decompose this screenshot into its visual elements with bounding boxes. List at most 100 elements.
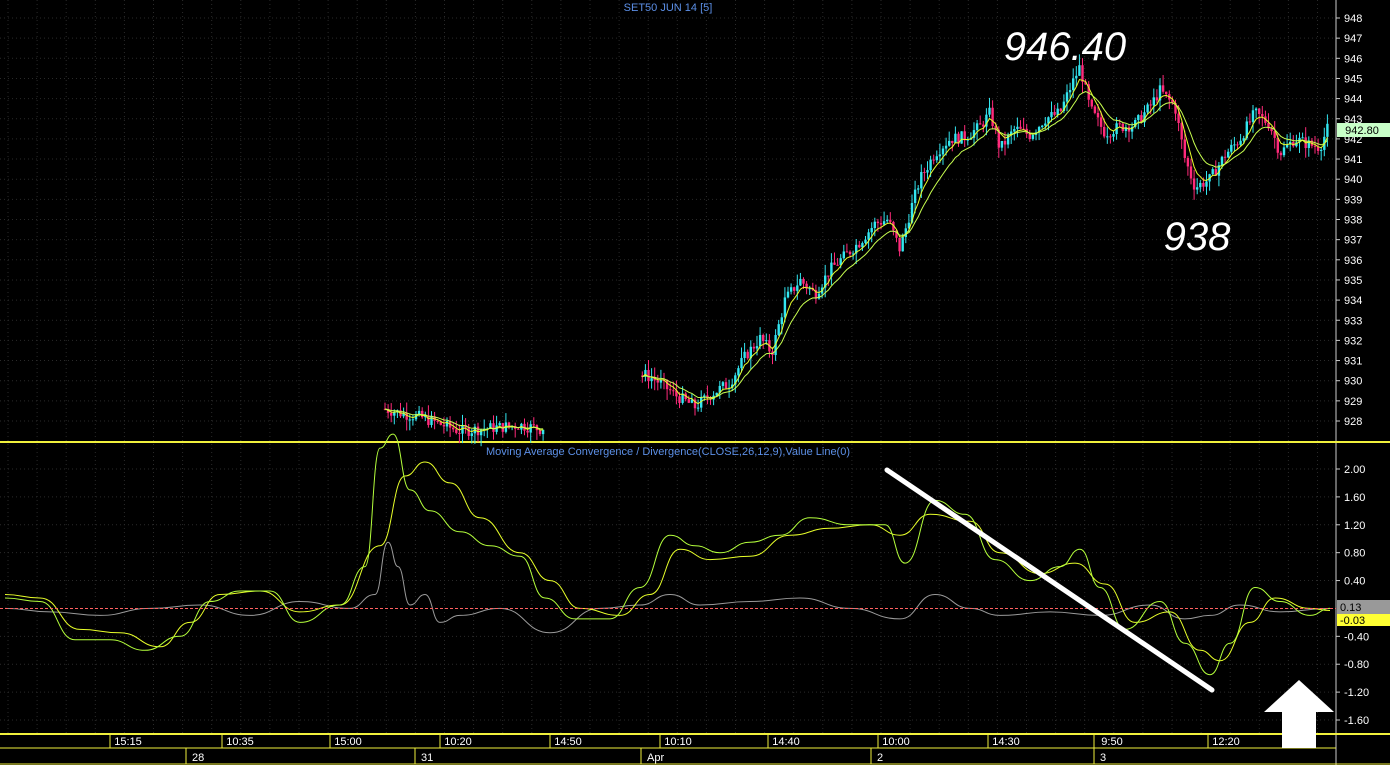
macd-tick-label: -1.60 [1344,715,1369,727]
candle-body [1118,123,1121,125]
macd-tick-label: 0.40 [1344,576,1365,588]
macd-tick-label: 2.00 [1344,464,1365,476]
candle-body [724,382,728,389]
candle-body [755,346,759,349]
time-tick-label: 14:40 [772,736,800,748]
price-tick-label: 939 [1344,194,1362,206]
candle-body [777,324,780,336]
candle-body [1096,112,1100,118]
candle-body [789,287,793,292]
price-tick-label: 944 [1344,94,1362,106]
macd-tick-label: -1.20 [1344,687,1369,699]
macd-tick-label: 0.80 [1344,548,1365,560]
signal-value-text: -0.03 [1340,615,1365,627]
candle-body [442,424,446,427]
price-tick-label: 929 [1344,396,1362,408]
candle-body [793,287,796,291]
time-tick-label: 10:35 [226,736,254,748]
candle-body [873,221,876,229]
candle-body [941,148,945,155]
candle-body [498,423,501,426]
candle-body [948,140,951,146]
candle-body [1106,136,1109,138]
candle-body [1072,78,1075,91]
candle-body [1258,108,1261,114]
candle-body [944,145,948,149]
price-tick-label: 936 [1344,255,1362,267]
candle-body [1261,113,1264,117]
time-tick-label: 9:50 [1101,736,1122,748]
candle-body [917,188,920,190]
candle-body [836,264,839,266]
candle-body [532,424,535,426]
price-tick-label: 930 [1344,376,1362,388]
macd-tick-label: -0.40 [1344,631,1369,643]
candle-body [991,107,994,127]
candle-body [405,412,408,420]
candle-body [1000,140,1004,148]
candle-body [975,123,979,131]
macd-value-text: 0.13 [1340,602,1361,614]
candle-body [988,107,991,115]
candle-body [1180,122,1183,140]
candle-body [842,251,845,259]
time-axis: 15:15 10:35 15:00 10:20 14:50 10:10 14:40 10:00… [109,734,1240,764]
time-tick-label: 10:10 [664,736,692,748]
candle-body [408,419,411,421]
candle-body [1050,112,1053,118]
candle-body [1146,104,1149,113]
candle-body [889,219,892,222]
time-tick-label: 10:00 [882,736,910,748]
candle-body [954,133,957,144]
last-price-text: 942.80 [1345,125,1379,137]
price-tick-label: 940 [1344,174,1362,186]
candle-body [1075,75,1078,79]
candle-body [687,399,690,403]
candle-body [656,380,659,383]
price-tick-label: 945 [1344,73,1362,85]
candle-body [665,380,669,390]
candle-body [467,427,470,436]
candle-body [1093,106,1097,113]
candle-body [802,278,805,284]
candle-body [1059,108,1062,111]
candle-body [1068,90,1072,93]
candle-body [696,407,700,409]
candle-body [1003,140,1007,145]
candle-body [452,427,455,430]
candle-body [898,237,901,252]
price-panel [0,0,1336,442]
price-tick-label: 931 [1344,356,1362,368]
time-tick-label: 12:20 [1212,736,1240,748]
candle-body [411,419,415,421]
candle-body [827,275,830,277]
candle-body [1149,104,1152,106]
time-tick-label: 14:30 [992,736,1020,748]
candle-body [765,340,768,342]
price-tick-label: 928 [1344,416,1362,428]
candle-body [1112,134,1115,137]
candle-body [1326,123,1329,137]
candle-body [461,425,464,434]
candle-body [427,415,430,426]
candle-body [783,297,787,318]
time-tick-label: 10:20 [444,736,472,748]
macd-tick-label: -0.80 [1344,659,1369,671]
candle-body [1276,137,1279,153]
candle-body [541,429,545,435]
candle-body [650,378,653,382]
candle-body [659,379,663,383]
candle-body [1137,115,1140,121]
candle-body [1121,123,1124,131]
candle-body [740,357,743,369]
candle-body [672,390,675,392]
candle-body [951,140,954,144]
candle-body [445,420,449,427]
candle-body [1183,139,1186,158]
price-tick-label: 934 [1344,295,1362,307]
candle-body [1090,99,1093,107]
candle-body [1227,151,1230,158]
candle-body [882,221,886,225]
price-tick-label: 932 [1344,335,1362,347]
candle-body [1103,126,1106,137]
